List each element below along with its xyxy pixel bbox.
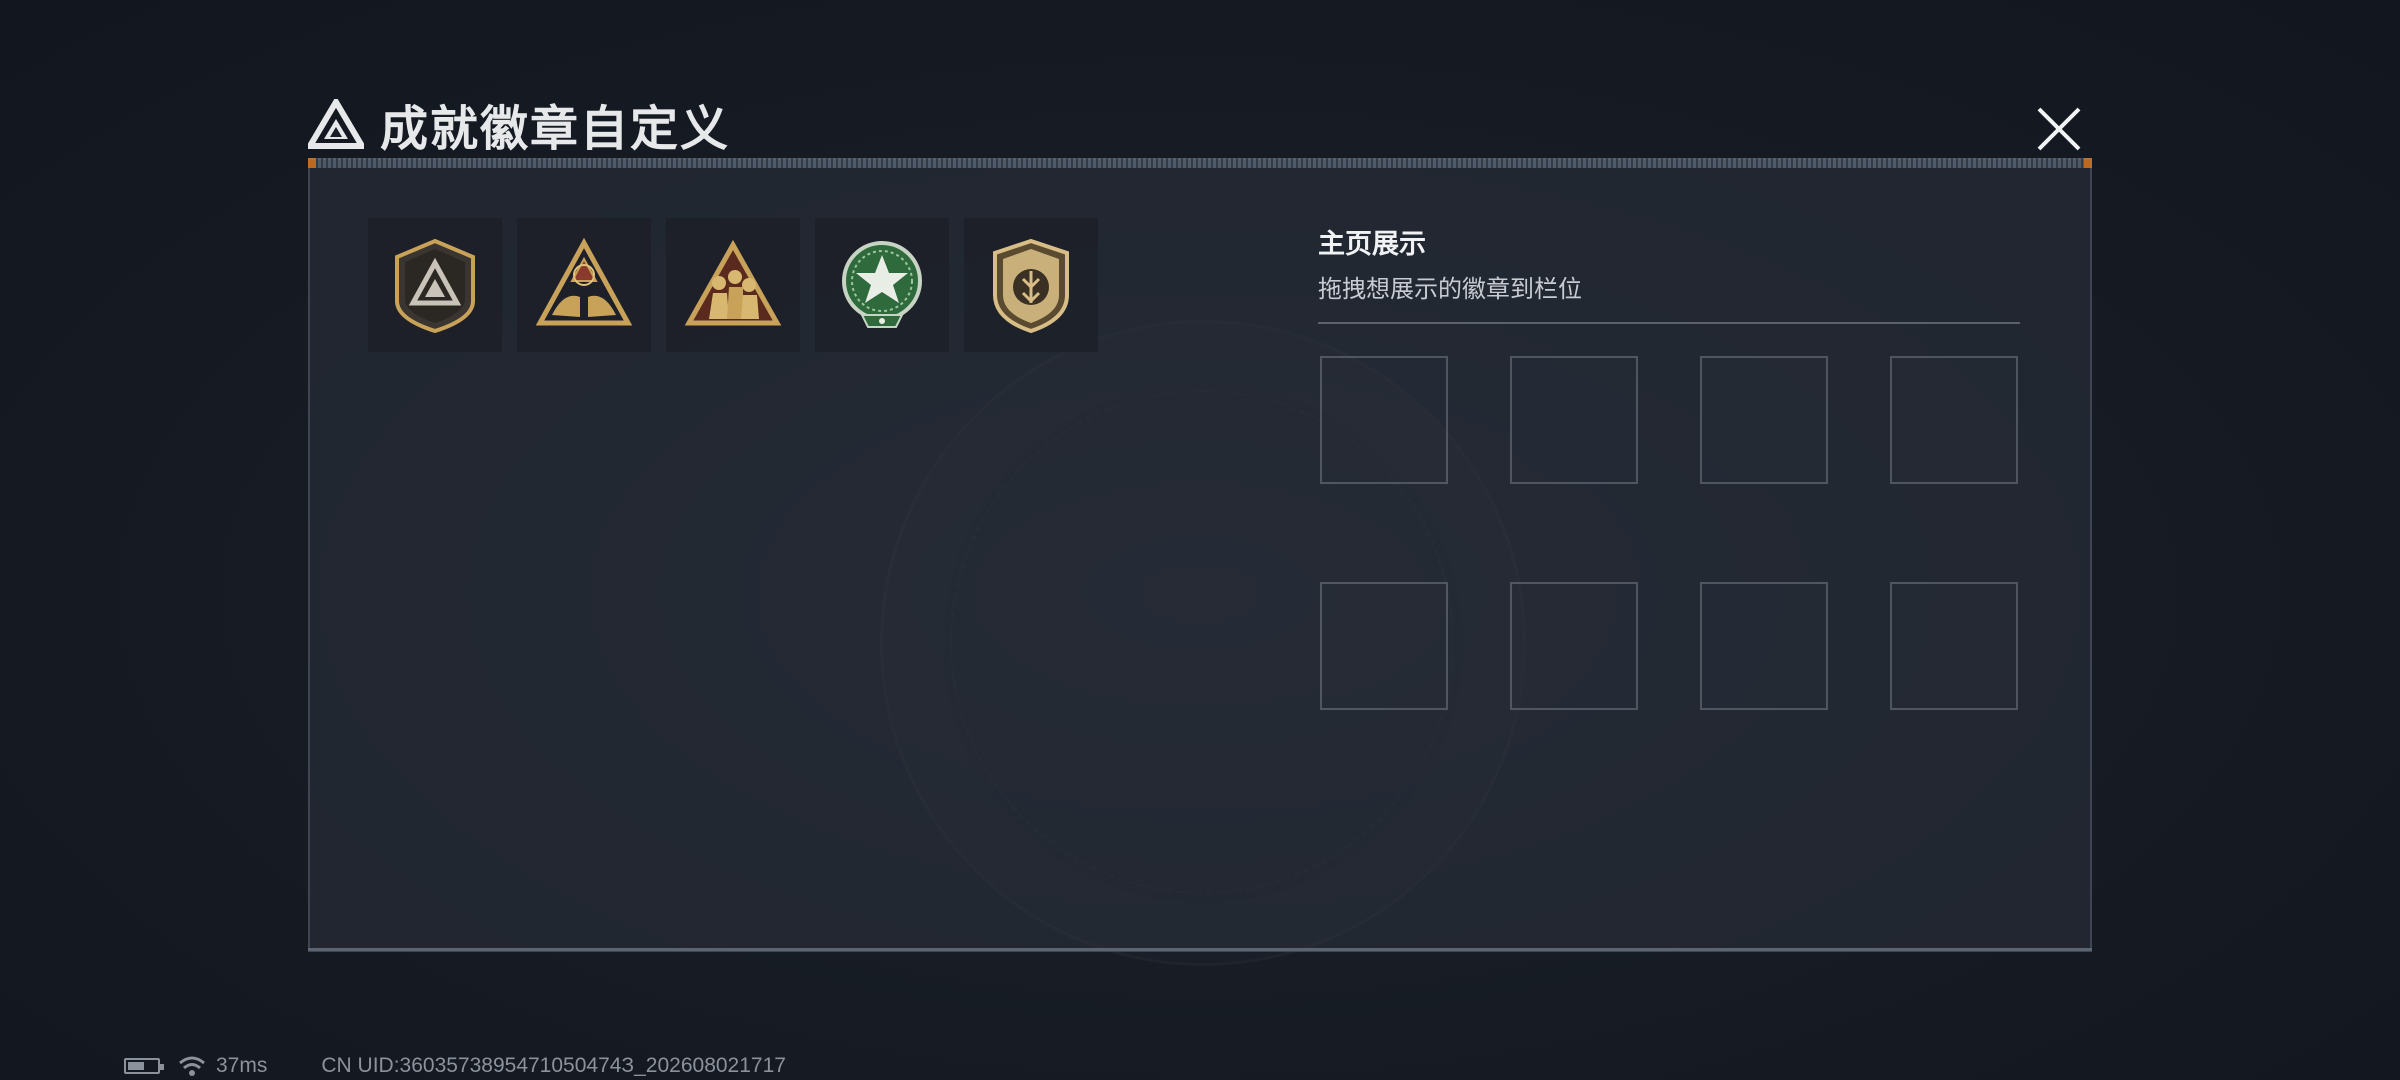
badge-slot-green-star[interactable] [815, 218, 949, 352]
wifi-icon [179, 1056, 205, 1076]
badge-slot-gold-shield[interactable] [964, 218, 1098, 352]
green-star-icon [842, 241, 922, 328]
panel-bottom-border [308, 948, 2092, 951]
display-slot-6[interactable] [1510, 582, 1638, 710]
dialog-header: 成就徽章自定义 [308, 92, 730, 156]
owned-badge-list [368, 218, 1098, 352]
display-slot-2[interactable] [1510, 356, 1638, 484]
uid-text: CN UID:3603573895471050474З_202608021717 [321, 1054, 786, 1077]
display-slot-3[interactable] [1700, 356, 1828, 484]
triangle-logo-icon [308, 99, 364, 149]
display-divider [1318, 322, 2020, 324]
badge-slot-triangle-soldiers[interactable] [666, 218, 800, 352]
dialog-title: 成就徽章自定义 [380, 103, 731, 156]
display-slot-1[interactable] [1320, 356, 1448, 484]
close-icon [2037, 107, 2081, 151]
ping-text: 37ms [216, 1054, 268, 1077]
close-button[interactable] [2030, 100, 2088, 158]
triangle-hands-icon [535, 237, 633, 326]
badge-slot-shield-triangle[interactable] [368, 218, 502, 352]
display-slot-7[interactable] [1700, 582, 1828, 710]
display-slot-4[interactable] [1890, 356, 2018, 484]
homepage-display-section: 主页展示 拖拽想展示的徽章到栏位 [1318, 222, 2020, 324]
gold-shield-icon [993, 238, 1069, 334]
display-slot-5[interactable] [1320, 582, 1448, 710]
display-slot-grid [1320, 356, 2020, 710]
panel-top-border [308, 158, 2092, 168]
shield-triangle-icon [395, 238, 475, 334]
status-bar: 37ms CN UID:3603573895471050474З_2026080… [124, 1054, 786, 1078]
display-title: 主页展示 [1318, 229, 1426, 259]
badge-slot-triangle-hands[interactable] [517, 218, 651, 352]
triangle-soldiers-icon [684, 239, 782, 326]
battery-icon [124, 1058, 164, 1074]
display-slot-8[interactable] [1890, 582, 2018, 710]
display-subtitle: 拖拽想展示的徽章到栏位 [1318, 276, 1582, 303]
